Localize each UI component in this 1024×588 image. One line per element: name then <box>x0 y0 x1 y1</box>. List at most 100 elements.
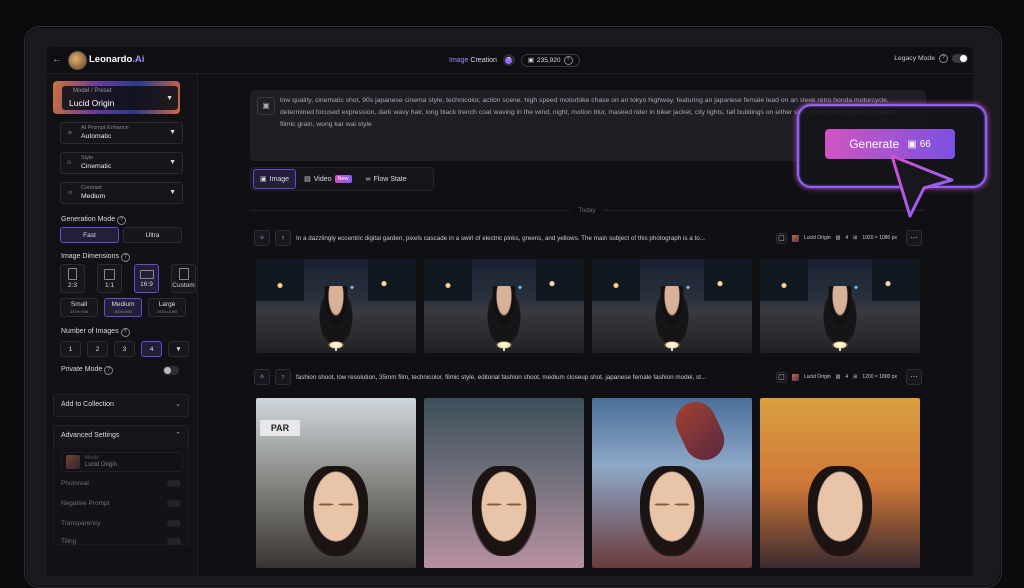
generation-prompt: In a dazzlingly eccentric digital garden… <box>296 234 706 242</box>
preset-select[interactable]: Model / Preset Lucid Origin ▼ <box>62 86 178 110</box>
info-icon: ? <box>563 55 573 65</box>
transparency-row: Transparency <box>61 518 181 528</box>
contrast-select[interactable]: ☼ Contrast Medium ▼ <box>60 182 183 204</box>
generation-prompt: fashion shoot, low resolution, 35mm film… <box>296 373 707 381</box>
tiling-row: Tiling <box>61 536 181 546</box>
mode-tabs: ▣ Image ▤ Video New ∞ Flow State <box>250 167 434 191</box>
arrow-up-icon[interactable]: ↑ <box>275 230 291 246</box>
generated-image[interactable] <box>256 259 416 353</box>
mode-fast-button[interactable]: Fast <box>60 227 119 243</box>
generated-image[interactable] <box>424 398 584 568</box>
ratio-2-3-button[interactable]: 2:3 <box>60 264 85 293</box>
more-options-icon[interactable]: ⋯ <box>906 369 922 385</box>
tab-flow-state[interactable]: ∞ Flow State <box>360 170 413 188</box>
images-icon: ▧ <box>835 374 841 380</box>
model-thumbnail <box>791 373 799 381</box>
chevron-up-icon: ⌃ <box>175 432 181 439</box>
dimensions-icon: ⊞ <box>853 235 858 241</box>
size-small-button[interactable]: Small 1376×768 <box>60 298 98 317</box>
number-of-images-title: Number of Images ? <box>61 328 130 337</box>
more-options-icon[interactable]: ⋯ <box>906 230 922 246</box>
top-bar: ← Leonardo.Ai Image Creation ? ▣ 235,920?… <box>47 47 973 74</box>
transparency-toggle[interactable] <box>167 519 181 527</box>
generation-meta: ▢ Lucid Origin ▧ 4 ⊞ 1920 × 1080 px ⋯ <box>775 230 922 246</box>
style-label: Style <box>81 155 94 161</box>
tab-video[interactable]: ▤ Video New <box>298 170 357 188</box>
generation-meta: ▢ Lucid Origin ▧ 4 ⊞ 1200 × 1800 px ⋯ <box>775 369 922 385</box>
generated-image[interactable] <box>760 398 920 568</box>
mode-ultra-button[interactable]: Ultra <box>123 227 182 243</box>
negative-prompt-toggle[interactable] <box>167 499 181 507</box>
store-sign: PAR <box>260 420 300 436</box>
advanced-model-card[interactable]: Model Lucid Origin <box>61 452 183 472</box>
count-more-button[interactable]: ▼ <box>168 341 189 357</box>
count-2-button[interactable]: 2 <box>87 341 108 357</box>
image-creation-label: Image Creation <box>449 56 497 64</box>
count-1-button[interactable]: 1 <box>60 341 81 357</box>
advanced-settings-label: Advanced Settings <box>61 432 120 439</box>
sparkle-icon: ✧ <box>67 130 73 137</box>
private-mode-toggle[interactable] <box>163 366 179 375</box>
image-count: 4 <box>845 235 849 241</box>
ratio-shape-icon <box>178 268 189 280</box>
preset-card[interactable]: Model / Preset Lucid Origin ▼ <box>53 81 180 114</box>
generated-image[interactable] <box>760 259 920 353</box>
legacy-mode-toggle[interactable] <box>952 54 968 63</box>
size-medium-button[interactable]: Medium 1600×896 <box>104 298 142 317</box>
prompt-enhance-select[interactable]: ✧ AI Prompt Enhance Automatic ▼ <box>60 122 183 144</box>
creation-header: Image Creation ? ▣ 235,920? <box>449 52 580 68</box>
add-to-collection[interactable]: Add to Collection ⌄ <box>53 394 189 417</box>
contrast-value: Medium <box>81 193 106 200</box>
image-prompt-icon[interactable]: ▣ <box>257 97 275 115</box>
info-icon: ? <box>120 253 130 262</box>
model-name: Lucid Origin <box>803 374 831 380</box>
copy-icon[interactable]: ▢ <box>775 232 787 244</box>
ratio-16-9-button[interactable]: 16:9 <box>134 264 159 293</box>
cursor-pointer-icon <box>890 154 954 218</box>
aspect-ratio-options: 2:3 1:1 16:9 Custom <box>60 264 196 293</box>
legacy-mode: Legacy Mode ? <box>894 54 968 63</box>
generated-image[interactable]: PAR <box>256 398 416 568</box>
count-3-button[interactable]: 3 <box>114 341 135 357</box>
photoreal-toggle[interactable] <box>167 479 181 487</box>
size-options: Small 1376×768 Medium 1600×896 Large 1920×1… <box>60 298 186 317</box>
help-icon[interactable]: ? <box>502 54 515 66</box>
settings-sidebar: Model / Preset Lucid Origin ▼ ✧ AI Promp… <box>47 74 198 576</box>
add-to-collection-label: Add to Collection <box>61 401 114 408</box>
generated-image[interactable] <box>424 259 584 353</box>
link-icon: ∞ <box>365 175 371 183</box>
today-divider: Today <box>250 205 925 215</box>
prompt-enhance-value: Automatic <box>81 133 112 140</box>
magic-wand-icon[interactable]: ✧ <box>254 230 270 246</box>
copy-icon[interactable]: ▢ <box>775 371 787 383</box>
generated-image[interactable] <box>592 398 752 568</box>
photoreal-row: Photoreal <box>61 478 181 488</box>
generation-mode-title: Generation Mode ? <box>61 216 127 225</box>
image-count: 4 <box>845 374 849 380</box>
generated-image[interactable] <box>592 259 752 353</box>
size-large-button[interactable]: Large 1920×1080 <box>148 298 186 317</box>
token-balance[interactable]: ▣ 235,920? <box>520 53 580 67</box>
magic-wand-icon[interactable]: ✧ <box>254 369 270 385</box>
contrast-label: Contrast <box>81 185 102 191</box>
prompt-enhance-label: AI Prompt Enhance <box>81 125 129 131</box>
back-icon[interactable]: ← <box>52 54 62 65</box>
generation-mode-options: Fast Ultra <box>60 227 182 243</box>
generation-header: ✧ ↑ In a dazzlingly eccentric digital ga… <box>254 230 922 246</box>
ratio-1-1-button[interactable]: 1:1 <box>97 264 122 293</box>
arrow-up-icon[interactable]: ↑ <box>275 369 291 385</box>
ratio-custom-button[interactable]: Custom <box>171 264 196 293</box>
model-thumbnail <box>791 234 799 242</box>
info-icon: ? <box>104 366 114 375</box>
advanced-settings-header[interactable]: Advanced Settings ⌃ <box>53 425 189 448</box>
style-select[interactable]: ⌂ Style Cinematic ▼ <box>60 152 183 174</box>
private-mode-title: Private Mode ? <box>61 366 114 375</box>
tiling-toggle[interactable] <box>167 537 181 545</box>
count-4-button[interactable]: 4 <box>141 341 162 357</box>
generate-cost: ▣ 66 <box>907 138 931 150</box>
image-count-options: 1 2 3 4 ▼ <box>60 341 189 357</box>
sun-icon: ☼ <box>67 189 74 196</box>
tab-image[interactable]: ▣ Image <box>253 169 297 189</box>
negative-prompt-row: Negative Prompt <box>61 498 181 508</box>
model-name: Lucid Origin <box>803 235 831 241</box>
